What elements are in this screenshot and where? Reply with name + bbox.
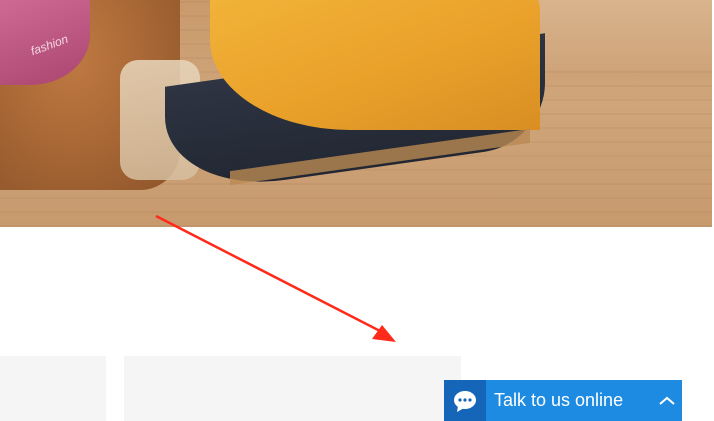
hero-banner-image: fashion	[0, 0, 712, 227]
chat-icon-box	[444, 380, 486, 421]
chat-bubble-icon	[454, 390, 476, 412]
arrow-shaft	[155, 214, 383, 334]
product-card-left[interactable]	[0, 356, 106, 421]
chevron-up-icon[interactable]	[652, 396, 682, 406]
live-chat-widget[interactable]: Talk to us online	[444, 380, 682, 421]
chat-label[interactable]: Talk to us online	[486, 390, 652, 411]
arrow-head	[372, 325, 396, 342]
product-card-middle[interactable]	[124, 356, 461, 421]
